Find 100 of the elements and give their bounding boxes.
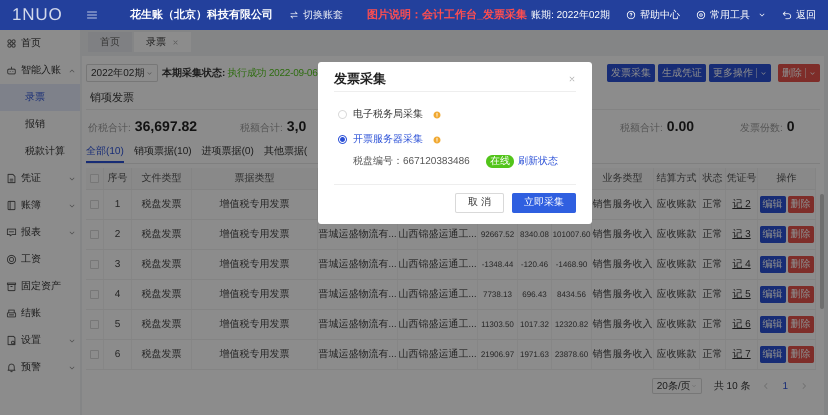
delete-button[interactable]: 删除 bbox=[788, 196, 814, 213]
sub-tab[interactable]: 其他票据( bbox=[264, 141, 308, 163]
edit-button[interactable]: 编辑 bbox=[760, 286, 786, 303]
sidebar-item[interactable]: 首页 bbox=[0, 30, 80, 57]
delete-button[interactable]: 删除 bbox=[788, 346, 814, 363]
voucher-link[interactable]: 记 7 bbox=[732, 347, 751, 362]
table-cell-text: 5 bbox=[114, 318, 120, 332]
edit-button[interactable]: 编辑 bbox=[760, 226, 786, 243]
help-link[interactable]: 帮助中心 bbox=[626, 8, 680, 22]
next-page-icon[interactable] bbox=[800, 382, 808, 390]
toolbar-button[interactable]: 更多操作 bbox=[709, 64, 771, 82]
table-cell: -1468.90 bbox=[556, 258, 588, 270]
delete-button[interactable]: 删除 bbox=[788, 226, 814, 243]
table-cell: 101007.60 bbox=[552, 228, 590, 240]
table-cell: 1971.63 bbox=[520, 348, 549, 360]
sidebar-item[interactable]: 凭证 bbox=[0, 165, 80, 192]
cancel-button[interactable]: 取 消 bbox=[455, 192, 504, 212]
edit-button[interactable]: 编辑 bbox=[760, 346, 786, 363]
table-cell-text: 销售服务收入 bbox=[592, 228, 652, 242]
edit-button[interactable]: 编辑 bbox=[760, 196, 786, 213]
tools-menu[interactable]: 常用工具 bbox=[696, 8, 766, 22]
page-number[interactable]: 1 bbox=[782, 378, 788, 394]
caption-text: 图片说明：会计工作台_发票采集 bbox=[367, 8, 528, 23]
radio-label[interactable]: 开票服务器采集 bbox=[353, 132, 423, 147]
toolbar-button[interactable]: 删除 bbox=[778, 64, 820, 82]
table-cell-text: 增值税专用发票 bbox=[220, 228, 290, 242]
switch-account-link[interactable]: 切换账套 bbox=[289, 8, 343, 22]
voucher-link[interactable]: 记 3 bbox=[732, 227, 751, 242]
menu-icon[interactable] bbox=[86, 9, 98, 21]
table-cell-text: 晋城运盛物流有... bbox=[318, 228, 397, 242]
info-icon bbox=[433, 110, 441, 118]
voucher-link[interactable]: 记 5 bbox=[732, 287, 751, 302]
edit-button[interactable]: 编辑 bbox=[760, 316, 786, 333]
back-link[interactable]: 返回 bbox=[782, 8, 816, 22]
book-icon bbox=[6, 200, 17, 211]
voucher-link[interactable]: 记 6 bbox=[732, 317, 751, 332]
voucher-link[interactable]: 记 2 bbox=[732, 197, 751, 212]
sub-tab[interactable]: 销项票据(10) bbox=[134, 141, 192, 163]
page-tab[interactable]: 首页 bbox=[88, 32, 132, 52]
table-cell-text: 3 bbox=[114, 258, 120, 272]
close-icon[interactable] bbox=[172, 38, 179, 46]
summary-label: 税额合计: bbox=[240, 122, 283, 136]
settings-icon bbox=[696, 10, 706, 20]
sidebar-subitem[interactable]: 报销 bbox=[0, 111, 80, 138]
edit-button[interactable]: 编辑 bbox=[760, 256, 786, 273]
table-cell-text: 应收账款 bbox=[656, 318, 696, 332]
sidebar-item[interactable]: 账簿 bbox=[0, 192, 80, 219]
toolbar-button[interactable]: 生成凭证 bbox=[658, 64, 706, 82]
page-tab[interactable]: 录票 bbox=[134, 32, 191, 52]
sidebar-item[interactable]: 结账 bbox=[0, 300, 80, 327]
collect-button[interactable]: 立即采集 bbox=[512, 192, 576, 212]
sidebar-item[interactable]: 预警 bbox=[0, 354, 80, 381]
close-icon[interactable] bbox=[568, 74, 576, 82]
radio-label[interactable]: 电子税务局采集 bbox=[353, 107, 423, 122]
voucher-link[interactable]: 记 4 bbox=[732, 257, 751, 272]
table-cell-text: 销售服务收入 bbox=[592, 198, 652, 212]
period-label: 账期: 2022年02期 bbox=[531, 8, 610, 22]
table-cell-text: 税盘发票 bbox=[142, 288, 182, 302]
delete-button[interactable]: 删除 bbox=[788, 256, 814, 273]
sidebar-item[interactable]: 设置 bbox=[0, 327, 80, 354]
table-cell-text: 应收账款 bbox=[656, 288, 696, 302]
summary-value: 0.00 bbox=[666, 116, 694, 136]
table-cell-text: 税盘发票 bbox=[142, 258, 182, 272]
status-value: 执行成功 2022-09-06 bbox=[227, 66, 318, 80]
table-cell-text: 山西锦盛运通工... bbox=[398, 228, 477, 242]
period-select[interactable]: 2022年02期 bbox=[86, 64, 158, 82]
table-cell-text: 正常 bbox=[702, 348, 722, 362]
table-cell-text: 山西锦盛运通工... bbox=[398, 258, 477, 272]
table-cell-text: 销售服务收入 bbox=[592, 348, 652, 362]
toolbar-button[interactable]: 发票采集 bbox=[607, 64, 655, 82]
table-cell-text: 山西锦盛运通工... bbox=[398, 348, 477, 362]
table-cell-text: 正常 bbox=[702, 258, 722, 272]
table-cell: 12320.82 bbox=[554, 318, 588, 330]
status-badge: 在线 bbox=[486, 155, 514, 168]
swap-icon bbox=[289, 10, 299, 20]
sidebar-item[interactable]: 智能入账 bbox=[0, 57, 80, 84]
bell-icon bbox=[6, 362, 17, 373]
sub-tab[interactable]: 进项票据(0) bbox=[202, 141, 254, 163]
table-cell-text: 销售服务收入 bbox=[592, 258, 652, 272]
table-cell: 23878.60 bbox=[554, 348, 588, 360]
table-cell-text: 应收账款 bbox=[656, 228, 696, 242]
table-cell-text: 晋城运盛物流有... bbox=[318, 288, 397, 302]
table-cell-text: 应收账款 bbox=[656, 198, 696, 212]
column-header: 凭证号 bbox=[726, 172, 756, 186]
sidebar-subitem[interactable]: 录票 bbox=[0, 84, 80, 111]
table-cell-text: 增值税专用发票 bbox=[220, 258, 290, 272]
refresh-link[interactable]: 刷新状态 bbox=[518, 154, 558, 169]
table-cell-text: 2 bbox=[114, 228, 120, 242]
sidebar-item[interactable]: 工资 bbox=[0, 246, 80, 273]
sidebar-item[interactable]: 报表 bbox=[0, 219, 80, 246]
page-size-select[interactable]: 20条/页 bbox=[652, 378, 702, 394]
table-cell: 92667.52 bbox=[480, 228, 514, 240]
sub-tab[interactable]: 全部(10) bbox=[86, 141, 124, 163]
delete-button[interactable]: 删除 bbox=[788, 316, 814, 333]
dialog-title: 发票采集 bbox=[334, 70, 386, 88]
delete-button[interactable]: 删除 bbox=[788, 286, 814, 303]
sidebar-subitem[interactable]: 税款计算 bbox=[0, 138, 80, 165]
sidebar-item[interactable]: 固定资产 bbox=[0, 273, 80, 300]
table-cell-text: 山西锦盛运通工... bbox=[398, 288, 477, 302]
radio-button[interactable] bbox=[338, 135, 347, 144]
